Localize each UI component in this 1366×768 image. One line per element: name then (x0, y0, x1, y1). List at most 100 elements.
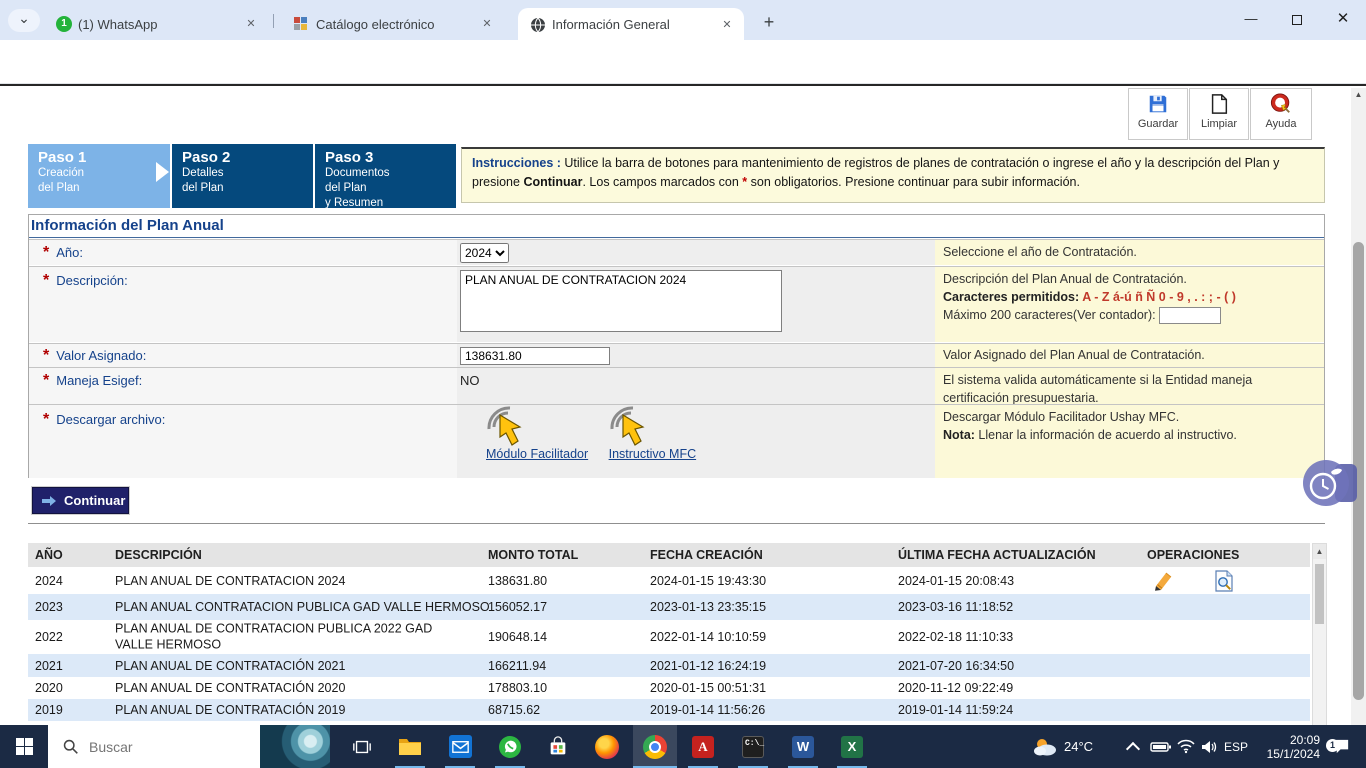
preview-document-icon[interactable] (1214, 570, 1234, 592)
anio-select[interactable]: 2024 (460, 243, 509, 263)
floppy-disk-icon (1129, 93, 1187, 115)
caret-up-icon (1126, 741, 1140, 755)
edit-pencil-icon[interactable] (1152, 571, 1174, 591)
tab-search-button[interactable]: ⌄ (8, 9, 40, 32)
counter-input[interactable] (1159, 307, 1221, 324)
table-row: 2023 PLAN ANUAL CONTRATACION PUBLICA GAD… (28, 594, 1310, 620)
esigef-label: Maneja Esigef: (56, 373, 142, 388)
valor-label: Valor Asignado: (56, 348, 146, 363)
wizard-arrow-icon (156, 162, 169, 182)
descripcion-textarea[interactable]: PLAN ANUAL DE CONTRATACION 2024 (460, 270, 782, 332)
windows-logo-icon (16, 738, 33, 755)
limpiar-button[interactable]: Limpiar (1189, 88, 1249, 140)
browser-toolbar: ← → ↻ compraspublicas.gob.ec/ProcesoCont… (0, 40, 1366, 84)
required-asterisk: * (43, 411, 49, 428)
tab-informacion-general[interactable]: Información General ✕ (518, 8, 744, 41)
wizard-step-2: Paso 2 Detalles del Plan (172, 144, 313, 208)
window-minimize-button[interactable]: — (1235, 4, 1267, 34)
search-input[interactable] (89, 739, 239, 755)
clock-icon[interactable] (1303, 460, 1349, 506)
taskbar-search[interactable] (48, 725, 330, 768)
table-row: 2024 PLAN ANUAL DE CONTRATACION 2024 138… (28, 567, 1310, 594)
weather-tray-item[interactable]: 24°C (1032, 725, 1093, 768)
tab-title: Información General (552, 17, 712, 32)
tray-overflow-button[interactable] (1128, 725, 1138, 768)
table-row: 2021 PLAN ANUAL DE CONTRATACIÓN 2021 166… (28, 654, 1310, 677)
descargar-help: Descargar Módulo Facilitador Ushay MFC. … (935, 405, 1324, 478)
tab-catalogo[interactable]: Catálogo electrónico ✕ (282, 8, 504, 40)
battery-icon[interactable] (1150, 725, 1172, 768)
file-explorer-icon[interactable] (388, 725, 432, 768)
language-indicator[interactable]: ESP (1224, 725, 1248, 768)
required-asterisk: * (43, 372, 49, 389)
close-icon[interactable]: ✕ (478, 15, 496, 33)
microsoft-store-icon[interactable] (536, 725, 580, 768)
close-icon[interactable]: ✕ (718, 16, 736, 34)
instructions-label: Instrucciones : (472, 156, 561, 170)
lifebuoy-help-icon (1251, 93, 1311, 115)
descargar-label: Descargar archivo: (56, 412, 165, 427)
scroll-up-icon[interactable]: ▲ (1313, 544, 1326, 559)
tab-whatsapp[interactable]: 1 (1) WhatsApp ✕ (44, 8, 268, 40)
valor-help: Valor Asignado del Plan Anual de Contrat… (935, 344, 1324, 367)
col-descripcion: DESCRIPCIÓN (115, 548, 202, 562)
notification-center-button[interactable]: 1 (1332, 725, 1351, 768)
divider (28, 523, 1325, 524)
table-row: 2020 PLAN ANUAL DE CONTRATACIÓN 2020 178… (28, 677, 1310, 699)
esigef-help: El sistema valida automáticamente si la … (935, 368, 1324, 404)
arrow-right-icon (41, 495, 57, 507)
click-download-icon (609, 405, 697, 447)
task-view-button[interactable] (340, 725, 384, 768)
ayuda-button[interactable]: Ayuda (1250, 88, 1312, 140)
mail-icon[interactable] (438, 725, 482, 768)
window-maximize-button[interactable] (1281, 4, 1313, 34)
form-row-descripcion: *Descripción: PLAN ANUAL DE CONTRATACION… (29, 266, 1324, 342)
whatsapp-badge-favicon: 1 (56, 16, 72, 32)
excel-icon[interactable]: X (830, 725, 874, 768)
col-ultima-fecha: ÚLTIMA FECHA ACTUALIZACIÓN (898, 548, 1096, 562)
new-tab-button[interactable]: + (756, 10, 782, 36)
table-row: 2019 PLAN ANUAL DE CONTRATACIÓN 2019 687… (28, 699, 1310, 721)
window-close-button[interactable]: ✕ (1327, 4, 1359, 34)
instructivo-mfc-link[interactable]: Instructivo MFC (609, 447, 697, 461)
clock-tray-item[interactable]: 20:09 15/1/2024 (1256, 725, 1320, 768)
firefox-icon[interactable] (585, 725, 629, 768)
start-button[interactable] (0, 725, 48, 768)
guardar-button[interactable]: Guardar (1128, 88, 1188, 140)
word-icon[interactable]: W (781, 725, 825, 768)
acrobat-icon[interactable]: A (681, 725, 725, 768)
page-content: Guardar Limpiar Ayuda Paso 1 Creación de… (0, 84, 1366, 725)
required-asterisk: * (43, 347, 49, 365)
whatsapp-icon[interactable] (488, 725, 532, 768)
required-asterisk: * (43, 244, 49, 262)
wifi-icon[interactable] (1176, 725, 1196, 768)
scroll-up-icon[interactable]: ▲ (1351, 88, 1366, 102)
modulo-facilitador-item[interactable]: Módulo Facilitador (486, 405, 588, 461)
blank-page-icon (1190, 93, 1248, 115)
form-row-anio: *Año: 2024 Seleccione el año de Contrata… (29, 239, 1324, 265)
tray-date: 15/1/2024 (1267, 747, 1320, 761)
speaker-icon[interactable] (1200, 725, 1218, 768)
close-icon[interactable]: ✕ (242, 15, 260, 33)
weather-cloud-icon (1032, 737, 1058, 757)
search-icon (62, 738, 79, 755)
chevron-down-icon: ⌄ (18, 10, 30, 26)
descripcion-help: Descripción del Plan Anual de Contrataci… (935, 267, 1324, 342)
instructivo-mfc-item[interactable]: Instructivo MFC (609, 405, 697, 461)
wizard-step-1: Paso 1 Creación del Plan (28, 144, 170, 208)
floating-clock-widget[interactable] (1303, 460, 1361, 506)
plan-anual-form: Información del Plan Anual *Año: 2024 Se… (28, 214, 1325, 478)
browser-tab-strip: ⌄ 1 (1) WhatsApp ✕ Catálogo electrónico … (0, 0, 1366, 40)
form-row-descargar: * Descargar archivo: Módulo Facilitador I… (29, 404, 1324, 478)
modulo-facilitador-link[interactable]: Módulo Facilitador (486, 447, 588, 461)
chrome-icon[interactable] (633, 725, 677, 768)
tray-time: 20:09 (1267, 733, 1320, 747)
notification-icon: 1 (1332, 737, 1351, 756)
terminal-icon[interactable]: C:\_ (731, 725, 775, 768)
page-scrollbar[interactable]: ▲ (1351, 88, 1366, 725)
table-scrollbar-thumb[interactable] (1315, 564, 1324, 624)
table-scrollbar[interactable]: ▲ (1312, 543, 1327, 725)
notification-badge: 1 (1326, 739, 1339, 752)
continuar-button[interactable]: Continuar (32, 487, 129, 514)
valor-input[interactable] (460, 347, 610, 365)
